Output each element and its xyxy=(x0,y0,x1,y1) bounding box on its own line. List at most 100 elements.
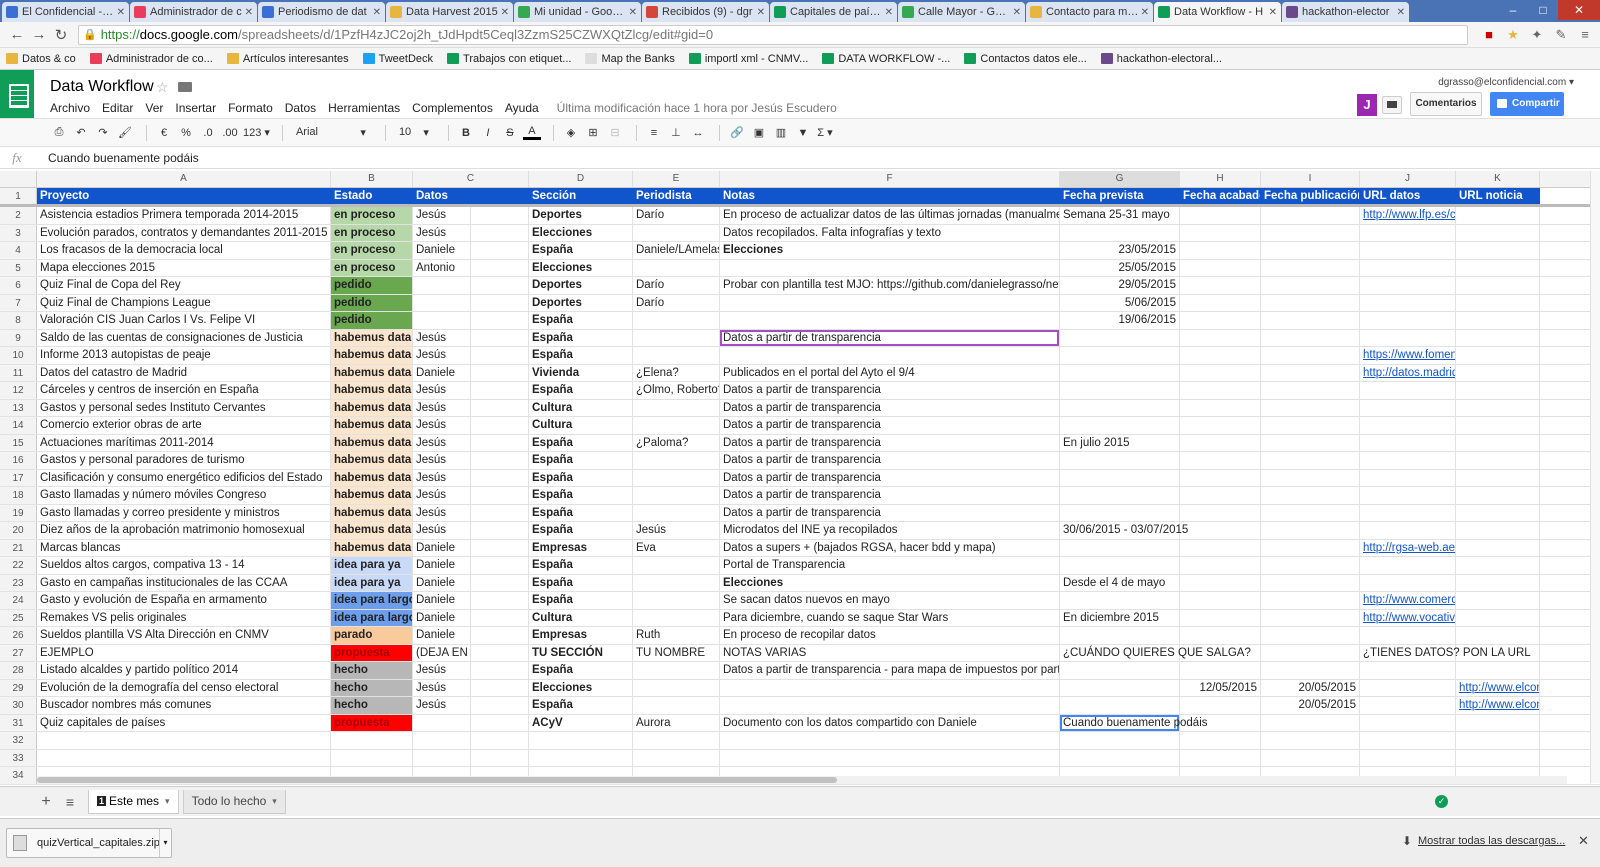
grid-cell[interactable]: 20/05/2015 xyxy=(1261,679,1360,696)
grid-cell[interactable]: Se sacan datos nuevos en mayo xyxy=(720,592,1060,609)
status-cell[interactable]: habemus data xyxy=(331,364,413,381)
grid-cell[interactable] xyxy=(1261,662,1360,679)
grid-cell[interactable]: URL datos xyxy=(1360,188,1456,204)
status-cell[interactable]: habemus data xyxy=(331,329,413,346)
undo-icon[interactable]: ↶ xyxy=(72,126,90,139)
status-cell[interactable]: idea para largo xyxy=(331,609,413,626)
grid-cell[interactable]: España xyxy=(529,504,633,521)
grid-cell[interactable] xyxy=(633,469,720,486)
grid-cell[interactable]: Datos a partir de transparencia xyxy=(720,504,1060,521)
strikethrough-button[interactable]: S xyxy=(501,127,519,139)
download-item[interactable]: quizVertical_capitales.zip ▾ xyxy=(6,828,172,858)
grid-cell[interactable]: Quiz Final de Champions League xyxy=(37,294,331,311)
grid-cell[interactable]: Evolución parados, contratos y demandant… xyxy=(37,224,331,241)
grid-cell[interactable]: ¿Olmo, Roberto? xyxy=(633,382,720,399)
grid-cell[interactable] xyxy=(471,539,529,556)
grid-cell[interactable] xyxy=(1060,417,1180,434)
grid-cell[interactable]: NOTAS VARIAS xyxy=(720,644,1060,661)
row-number[interactable]: 10 xyxy=(0,347,37,364)
row-number[interactable]: 7 xyxy=(0,294,37,311)
browser-tab[interactable]: Mi unidad - Google ✕ xyxy=(514,2,641,22)
comments-button[interactable]: Comentarios xyxy=(1410,92,1482,116)
browser-tab[interactable]: Administrador de c ✕ xyxy=(130,2,257,22)
grid-cell[interactable] xyxy=(471,294,529,311)
maximize-icon[interactable]: □ xyxy=(1528,0,1558,20)
status-cell[interactable]: en proceso xyxy=(331,207,413,224)
grid-cell[interactable]: Elecciones xyxy=(529,259,633,276)
forward-icon[interactable]: → xyxy=(28,26,50,43)
grid-cell[interactable] xyxy=(1360,679,1456,696)
grid-cell[interactable]: Gasto llamadas y número móviles Congreso xyxy=(37,487,331,504)
menu-item[interactable]: Archivo xyxy=(50,101,90,115)
grid-cell[interactable]: Semana 25-31 mayo xyxy=(1060,207,1180,224)
grid-cell[interactable] xyxy=(1261,382,1360,399)
grid-cell[interactable]: Daniele xyxy=(413,539,471,556)
status-cell[interactable]: habemus data xyxy=(331,539,413,556)
grid-cell[interactable] xyxy=(471,574,529,591)
grid-cell[interactable] xyxy=(1261,574,1360,591)
chevron-down-icon[interactable]: ▾ xyxy=(272,796,277,807)
folder-icon[interactable] xyxy=(178,82,192,92)
status-cell[interactable]: propuesta xyxy=(331,644,413,661)
grid-cell[interactable]: Fecha publicación xyxy=(1261,188,1360,204)
grid-cell[interactable] xyxy=(1261,452,1360,469)
avatar[interactable]: J xyxy=(1357,94,1377,116)
grid-cell[interactable] xyxy=(633,399,720,416)
minimize-icon[interactable]: – xyxy=(1498,0,1528,20)
grid-cell[interactable] xyxy=(1261,504,1360,521)
grid-cell[interactable] xyxy=(1261,644,1360,661)
link-cell[interactable]: http://www.lfp.es/calendario-horario/lig… xyxy=(1360,207,1456,224)
filter-icon[interactable]: ▼ xyxy=(794,127,812,139)
grid-cell[interactable]: Actuaciones marítimas 2011-2014 xyxy=(37,434,331,451)
row-number[interactable]: 16 xyxy=(0,452,37,469)
grid-cell[interactable] xyxy=(471,697,529,714)
row-number[interactable]: 12 xyxy=(0,382,37,399)
grid-cell[interactable] xyxy=(1456,347,1540,364)
row-number[interactable]: 28 xyxy=(0,662,37,679)
link-cell[interactable]: http://datos.madrid.es/portal/site/egob/… xyxy=(1360,364,1456,381)
grid-cell[interactable] xyxy=(633,697,720,714)
grid-cell[interactable]: Eva xyxy=(633,539,720,556)
grid-cell[interactable]: Proyecto xyxy=(37,188,331,204)
grid-cell[interactable] xyxy=(633,732,720,749)
grid-cell[interactable] xyxy=(1360,557,1456,574)
link-cell[interactable]: http://www.elconfiden xyxy=(1456,697,1540,714)
grid-cell[interactable] xyxy=(1261,609,1360,626)
italic-button[interactable]: I xyxy=(479,127,497,139)
grid-cell[interactable] xyxy=(1180,749,1261,766)
grid-cell[interactable]: Jesús xyxy=(413,662,471,679)
grid-cell[interactable] xyxy=(1060,627,1180,644)
column-header[interactable]: D xyxy=(529,171,633,187)
close-tab-icon[interactable]: ✕ xyxy=(1013,7,1021,18)
status-cell[interactable]: habemus data xyxy=(331,434,413,451)
link-cell[interactable]: http://www.vocativ.com/culture/tvmovies/ xyxy=(1360,609,1456,626)
grid-cell[interactable]: España xyxy=(529,662,633,679)
grid-cell[interactable] xyxy=(1456,224,1540,241)
grid-cell[interactable]: Listado alcaldes y partido político 2014 xyxy=(37,662,331,679)
grid-cell[interactable]: ¿TIENES DATOS? PON LA URL xyxy=(1360,644,1531,661)
grid-cell[interactable]: Aurora xyxy=(633,714,720,731)
bookmark-item[interactable]: hackathon-electoral... xyxy=(1100,53,1222,65)
grid-cell[interactable] xyxy=(720,312,1060,329)
grid-cell[interactable] xyxy=(1180,207,1261,224)
row-number[interactable]: 13 xyxy=(0,399,37,416)
grid-cell[interactable] xyxy=(1456,574,1540,591)
grid-cell[interactable] xyxy=(1360,574,1456,591)
grid-cell[interactable] xyxy=(1360,417,1456,434)
grid-cell[interactable]: Jesús xyxy=(413,697,471,714)
grid-cell[interactable] xyxy=(1060,539,1180,556)
grid-cell[interactable]: Microdatos del INE ya recopilados xyxy=(720,522,1060,539)
close-tab-icon[interactable]: ✕ xyxy=(373,7,381,18)
grid-cell[interactable] xyxy=(1360,382,1456,399)
bookmark-item[interactable]: Artículos interesantes xyxy=(226,53,349,65)
grid-cell[interactable]: España xyxy=(529,574,633,591)
grid-cell[interactable]: Cultura xyxy=(529,417,633,434)
grid-cell[interactable] xyxy=(1180,662,1261,679)
grid-cell[interactable] xyxy=(1060,382,1180,399)
browser-tab[interactable]: Calle Mayor - Goog ✕ xyxy=(898,2,1025,22)
grid-cell[interactable] xyxy=(1060,557,1180,574)
grid-cell[interactable] xyxy=(1060,697,1180,714)
grid-cell[interactable] xyxy=(1456,399,1540,416)
grid-cell[interactable] xyxy=(1360,242,1456,259)
column-header[interactable]: K xyxy=(1456,171,1540,187)
